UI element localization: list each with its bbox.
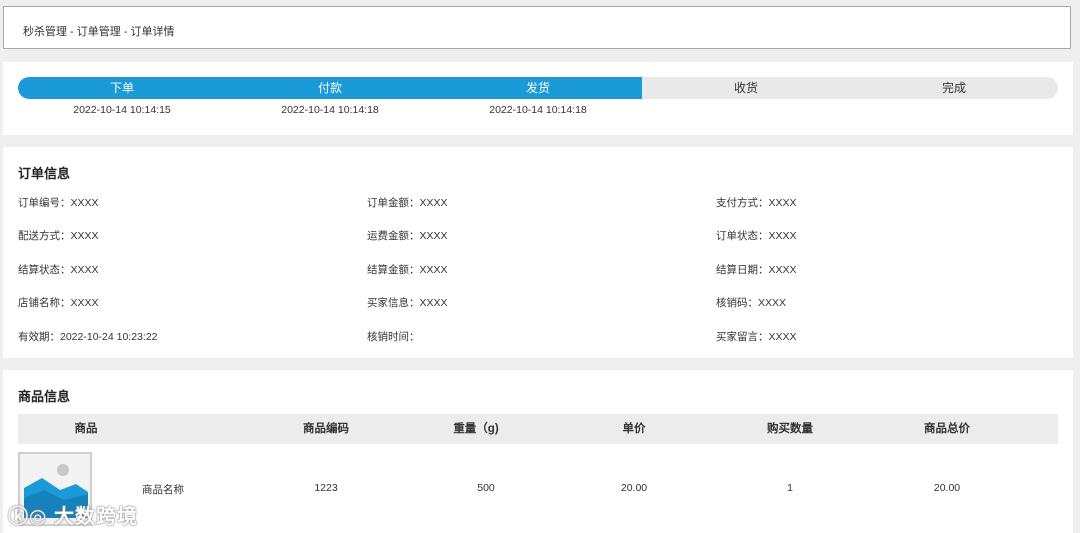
goods-info-panel: 商品信息 商品 商品编码 重量（g) 单价 购买数量 商品总价 商品名称 122… xyxy=(3,370,1073,533)
goods-unit-price: 20.00 xyxy=(620,482,648,494)
order-amount: 订单金额：XXXX xyxy=(367,197,448,209)
goods-quantity: 1 xyxy=(787,482,793,494)
settlement-date: 结算日期：XXXX xyxy=(716,264,797,276)
order-info-title: 订单信息 xyxy=(18,166,71,181)
validity-period: 有效期：2022-10-24 10:23:22 xyxy=(18,331,158,343)
watermark-text: 大数跨境 xyxy=(54,506,139,528)
order-status: 订单状态：XXXX xyxy=(716,230,797,242)
delivery-method: 配送方式：XXXX xyxy=(18,230,99,242)
progress-track: 下单 付款 发货 收货 完成 xyxy=(18,77,1058,99)
header-goods: 商品 xyxy=(74,423,98,435)
freight-amount: 运费金额：XXXX xyxy=(367,230,448,242)
step-label-order: 下单 xyxy=(109,81,134,95)
goods-code: 1223 xyxy=(314,482,338,494)
step-label-ship: 发货 xyxy=(525,81,550,95)
header-goods-code: 商品编码 xyxy=(303,423,349,435)
verification-code: 核销码：XXXX xyxy=(716,297,787,309)
shop-name: 店铺名称：XXXX xyxy=(18,297,99,309)
buyer-message: 买家留言：XXXX xyxy=(716,331,797,343)
order-info-panel: 订单信息 订单编号：XXXX 订单金额：XXXX 支付方式：XXXX 配送方式：… xyxy=(3,147,1073,358)
step-time-pay: 2022-10-14 10:14:18 xyxy=(281,104,379,116)
settlement-status: 结算状态：XXXX xyxy=(18,264,99,276)
goods-weight: 500 xyxy=(477,482,495,494)
step-label-complete: 完成 xyxy=(941,81,966,95)
order-number: 订单编号：XXXX xyxy=(18,197,99,209)
goods-total-price: 20.00 xyxy=(933,482,961,494)
step-label-pay: 付款 xyxy=(317,81,342,95)
step-time-ship: 2022-10-14 10:14:18 xyxy=(489,104,587,116)
header-weight: 重量（g) xyxy=(453,423,499,435)
goods-table-header: 商品 商品编码 重量（g) 单价 购买数量 商品总价 xyxy=(18,414,1058,444)
watermark-logo: ⓚ◎ 大数跨境 xyxy=(8,500,138,529)
header-total-price: 商品总价 xyxy=(924,423,970,435)
settlement-amount: 结算金额：XXXX xyxy=(367,264,448,276)
goods-info-title: 商品信息 xyxy=(18,389,71,404)
buyer-info: 买家信息：XXXX xyxy=(367,297,448,309)
watermark-icon: ⓚ◎ xyxy=(8,506,55,528)
payment-method: 支付方式：XXXX xyxy=(716,197,797,209)
breadcrumb: 秒杀管理 - 订单管理 - 订单详情 xyxy=(3,6,1071,49)
header-unit-price: 单价 xyxy=(622,423,646,435)
goods-name: 商品名称 xyxy=(142,484,184,496)
order-progress-panel: 下单 付款 发货 收货 完成 2022-10-14 10:14:15 2022-… xyxy=(3,62,1073,135)
verification-time: 核销时间： xyxy=(367,331,420,343)
breadcrumb-text: 秒杀管理 - 订单管理 - 订单详情 xyxy=(23,26,175,38)
step-label-receive: 收货 xyxy=(733,81,758,95)
header-quantity: 购买数量 xyxy=(767,423,813,435)
step-time-order: 2022-10-14 10:14:15 xyxy=(73,104,171,116)
